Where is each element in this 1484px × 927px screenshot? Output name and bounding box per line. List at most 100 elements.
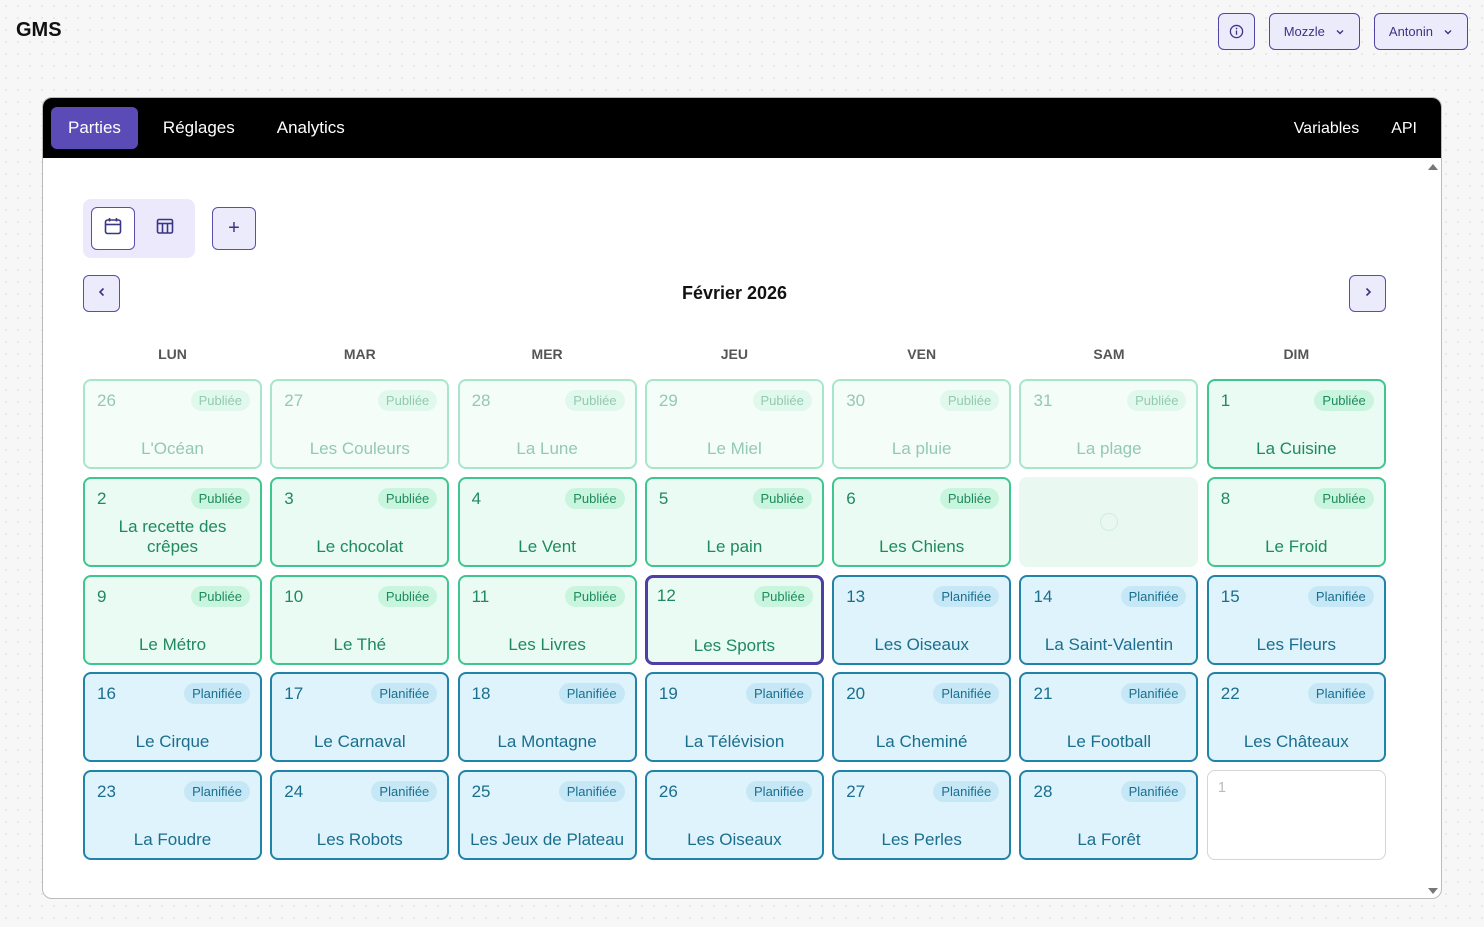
status-badge: Planifiée — [1120, 585, 1187, 607]
game-title: Le Miel — [706, 439, 762, 458]
calendar-day-cell[interactable]: 27 Planifiée Les Perles — [832, 770, 1012, 861]
day-number: 25 — [471, 782, 491, 802]
status-badge: Publiée — [377, 390, 438, 411]
game-title: Les Jeux de Plateau — [470, 830, 625, 850]
game-title: La recette des crêpes — [118, 516, 227, 556]
tab-analytics[interactable]: Analytics — [260, 107, 362, 149]
status-badge: Publiée — [752, 487, 812, 509]
weekday-label: VEN — [907, 346, 937, 362]
tab-reglages[interactable]: Réglages — [146, 107, 252, 149]
day-number: 26 — [97, 391, 116, 410]
calendar-day-cell[interactable]: 31 Publiée La plage — [1019, 379, 1199, 469]
calendar-day-cell[interactable]: 25 Planifiée Les Jeux de Plateau — [457, 770, 637, 861]
weekday-label: SAM — [1093, 346, 1125, 362]
day-number: 16 — [97, 684, 116, 704]
calendar-day-cell[interactable]: 26 Publiée L'Océan — [83, 379, 262, 469]
chevron-down-icon — [1335, 27, 1345, 37]
calendar-day-cell[interactable]: 1 Publiée La Cuisine — [1206, 379, 1386, 469]
status-badge: Publiée — [190, 585, 250, 607]
calendar-day-cell[interactable]: 6 Publiée Les Chiens — [832, 476, 1012, 567]
calendar-day-cell[interactable]: 9 Publiée Le Métro — [83, 574, 262, 665]
status-badge: Planifiée — [558, 781, 625, 803]
game-title: La Foudre — [133, 830, 212, 850]
status-badge: Publiée — [1314, 390, 1374, 411]
calendar-day-cell[interactable]: 21 Planifiée Le Football — [1019, 672, 1199, 763]
calendar-day-cell[interactable]: 19 Planifiée La Télévision — [644, 672, 824, 763]
add-button[interactable]: + — [212, 207, 256, 250]
calendar-day-cell[interactable]: 16 Planifiée Le Cirque — [83, 672, 262, 763]
weekday-label: MAR — [343, 346, 376, 362]
table-view-button[interactable] — [143, 207, 187, 250]
game-title: Les Fleurs — [1256, 634, 1336, 654]
game-title: Le pain — [706, 536, 763, 556]
day-number: 1 — [1220, 391, 1231, 410]
calendar-day-cell[interactable]: 26 Planifiée Les Oiseaux — [644, 770, 824, 861]
calendar-day-cell[interactable]: 3 Publiée Le chocolat — [270, 476, 450, 567]
day-number: 9 — [97, 586, 107, 606]
info-button[interactable] — [1217, 13, 1255, 50]
calendar-day-cell[interactable]: 29 Publiée Le Miel — [644, 379, 824, 469]
calendar-day-cell[interactable]: 2 Publiée La recette des crêpes — [83, 476, 262, 567]
calendar-day-cell[interactable]: 17 Planifiée Le Carnaval — [270, 672, 450, 763]
link-api[interactable]: API — [1375, 109, 1433, 147]
month-navigation: Février 2026 — [83, 275, 1386, 312]
day-number: 28 — [1033, 782, 1053, 802]
calendar-day-cell[interactable]: 15 Planifiée Les Fleurs — [1206, 574, 1386, 665]
calendar-view-button[interactable] — [91, 207, 135, 250]
calendar-day-cell[interactable] — [1019, 476, 1199, 567]
calendar-day-cell[interactable]: 4 Publiée Le Vent — [457, 476, 637, 567]
calendar-day-cell[interactable]: 12 Publiée Les Sports — [644, 574, 824, 665]
game-title: Le Thé — [333, 634, 387, 654]
calendar-day-cell[interactable]: 5 Publiée Le pain — [644, 476, 824, 567]
game-title: La plage — [1076, 439, 1142, 458]
day-number: 2 — [97, 488, 107, 508]
calendar-day-cell[interactable]: 14 Planifiée La Saint-Valentin — [1019, 574, 1199, 665]
calendar-day-cell[interactable]: 23 Planifiée La Foudre — [83, 770, 262, 861]
status-badge: Publiée — [377, 585, 438, 607]
game-title: L'Océan — [141, 439, 204, 458]
game-title: Les Robots — [316, 830, 403, 850]
chevron-down-icon — [1443, 27, 1453, 37]
calendar-day-cell[interactable]: 27 Publiée Les Couleurs — [270, 379, 450, 469]
user-selector-label: Antonin — [1388, 24, 1433, 39]
day-number: 14 — [1033, 586, 1053, 606]
calendar-day-cell[interactable]: 20 Planifiée La Cheminé — [832, 672, 1012, 763]
status-badge: Planifiée — [933, 683, 1000, 705]
day-number: 19 — [658, 684, 678, 704]
day-number: 30 — [846, 391, 866, 410]
day-number: 28 — [471, 391, 491, 410]
calendar-day-cell[interactable]: 28 Planifiée La Forêt — [1019, 770, 1199, 861]
scroll-up-arrow[interactable] — [1428, 164, 1438, 170]
calendar-day-cell[interactable]: 22 Planifiée Les Châteaux — [1206, 672, 1386, 763]
status-badge: Planifiée — [1120, 781, 1187, 803]
day-number: 5 — [658, 488, 669, 508]
game-title: Le Vent — [518, 536, 576, 556]
day-number: 27 — [846, 782, 866, 802]
calendar-day-cell[interactable]: 1 — [1206, 770, 1386, 861]
game-title: Les Châteaux — [1243, 732, 1349, 752]
link-variables[interactable]: Variables — [1278, 109, 1376, 147]
game-title: Les Chiens — [879, 536, 965, 556]
day-number: 21 — [1033, 684, 1053, 704]
game-title: Le Carnaval — [313, 732, 406, 752]
status-badge: Publiée — [1314, 487, 1374, 509]
calendar-day-cell[interactable]: 13 Planifiée Les Oiseaux — [832, 574, 1012, 665]
game-title: Les Livres — [508, 634, 586, 654]
calendar-day-cell[interactable]: 10 Publiée Le Thé — [270, 574, 450, 665]
weekday-label: MER — [531, 346, 563, 362]
calendar-day-cell[interactable]: 18 Planifiée La Montagne — [457, 672, 637, 763]
status-badge: Planifiée — [933, 585, 1000, 607]
scroll-down-arrow[interactable] — [1428, 888, 1438, 894]
calendar-day-cell[interactable]: 30 Publiée La pluie — [832, 379, 1012, 469]
day-number: 17 — [284, 684, 304, 704]
day-number: 10 — [284, 586, 304, 606]
next-month-button[interactable] — [1349, 275, 1386, 312]
calendar-day-cell[interactable]: 24 Planifiée Les Robots — [270, 770, 450, 861]
tab-parties[interactable]: Parties — [51, 107, 138, 149]
calendar-day-cell[interactable]: 28 Publiée La Lune — [457, 379, 637, 469]
calendar-day-cell[interactable]: 8 Publiée Le Froid — [1206, 476, 1386, 567]
org-selector[interactable]: Mozzle — [1268, 13, 1360, 50]
calendar-day-cell[interactable]: 11 Publiée Les Livres — [457, 574, 637, 665]
user-selector[interactable]: Antonin — [1373, 13, 1468, 50]
status-badge: Planifiée — [1307, 585, 1374, 607]
